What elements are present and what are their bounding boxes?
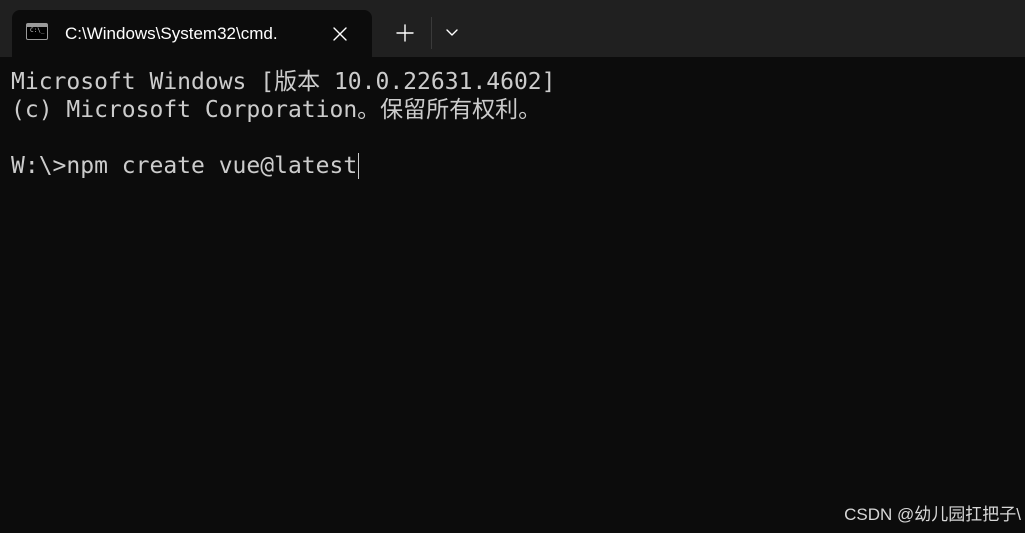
tab-cmd[interactable]: C:\_ C:\Windows\System32\cmd. <box>12 10 372 57</box>
close-icon <box>333 27 347 41</box>
titlebar-divider <box>431 17 432 49</box>
new-tab-button[interactable] <box>390 18 420 48</box>
console-line-version: Microsoft Windows [版本 10.0.22631.4602] <box>11 69 556 95</box>
watermark: CSDN @幼儿园扛把子\ <box>844 505 1021 524</box>
tab-title: C:\Windows\System32\cmd. <box>65 24 278 43</box>
command-text: W:\>npm create vue@latest <box>11 153 358 179</box>
icon-prompt-glyph: C:\_ <box>30 27 45 34</box>
text-cursor <box>358 153 360 179</box>
tab-close-button[interactable] <box>328 22 352 46</box>
terminal-window: C:\_ C:\Windows\System32\cmd. Microsoft … <box>0 0 1025 533</box>
console-line-copyright: (c) Microsoft Corporation。保留所有权利。 <box>11 97 542 123</box>
console-output[interactable]: Microsoft Windows [版本 10.0.22631.4602] (… <box>0 57 1025 533</box>
cmd-terminal-icon: C:\_ <box>26 23 48 40</box>
profile-dropdown-button[interactable] <box>438 18 466 48</box>
plus-icon <box>396 24 414 42</box>
chevron-down-icon <box>446 29 458 36</box>
title-bar: C:\_ C:\Windows\System32\cmd. <box>0 0 1025 57</box>
console-line-prompt[interactable]: W:\>npm create vue@latest <box>11 152 360 180</box>
